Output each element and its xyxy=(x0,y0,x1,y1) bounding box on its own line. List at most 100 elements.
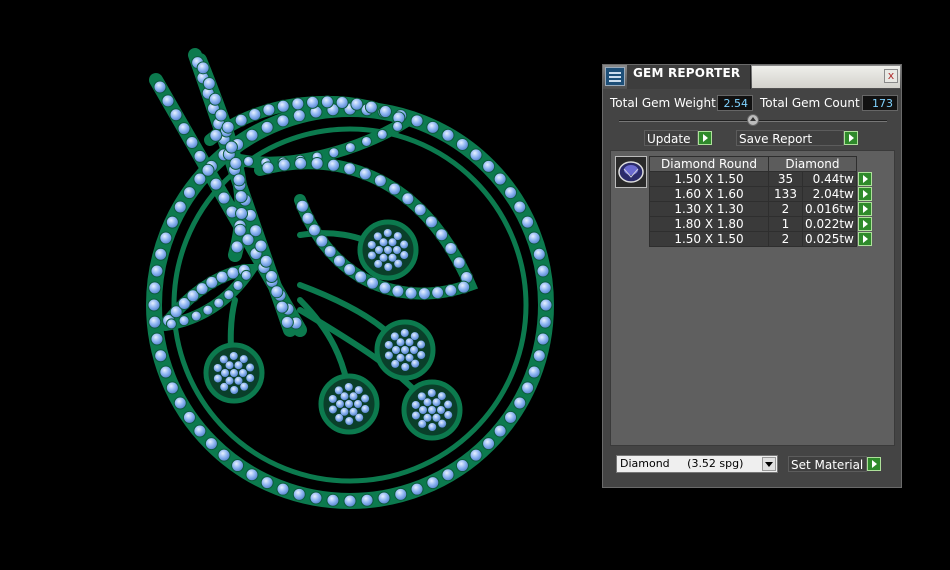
save-report-go-icon[interactable] xyxy=(844,131,858,145)
row-go-icon[interactable] xyxy=(857,202,872,216)
diamond-gem xyxy=(150,264,164,278)
row-go-icon[interactable] xyxy=(857,217,872,231)
cluster-gem xyxy=(400,329,409,338)
update-button[interactable]: Update xyxy=(644,130,698,146)
diamond-gem xyxy=(280,315,294,329)
diamond-gem xyxy=(245,128,259,142)
total-gem-weight-label: Total Gem Weight xyxy=(610,96,716,110)
diamond-gem xyxy=(301,211,315,225)
diamond-gem xyxy=(234,113,248,127)
title-tab: GEM REPORTER xyxy=(627,65,751,89)
cluster-gem xyxy=(213,374,222,383)
gem-size: 1.80 X 1.80 xyxy=(649,216,769,232)
cluster-gem xyxy=(349,392,358,401)
diamond-gem xyxy=(378,281,392,295)
cluster-gem xyxy=(334,386,343,395)
gem-weight: 0.016tw xyxy=(802,201,857,217)
material-select[interactable]: Diamond (3.52 spg) xyxy=(616,455,778,473)
diamond-gem xyxy=(388,182,402,196)
diamond-gem xyxy=(527,365,541,379)
diamond-gem xyxy=(294,156,308,170)
close-button[interactable]: x xyxy=(884,69,898,83)
gem-table: Diamond Round Diamond 1.50 X 1.50 35 0.44t… xyxy=(649,156,872,247)
diamond-gem xyxy=(223,289,235,301)
diamond-gem xyxy=(202,77,216,91)
diamond-gem xyxy=(260,120,274,134)
diamond-gem xyxy=(265,270,279,284)
diamond-gem xyxy=(193,149,207,163)
diamond-gem xyxy=(173,396,187,410)
diamond-gem xyxy=(232,173,246,187)
table-row[interactable]: 1.50 X 1.50 2 0.025tw xyxy=(649,231,872,247)
diamond-gem xyxy=(493,424,507,438)
diamond-gem xyxy=(469,448,483,462)
set-material-button[interactable]: Set Material xyxy=(788,456,867,472)
jewelry-3d-viewport[interactable] xyxy=(0,0,600,570)
diamond-gem xyxy=(320,95,334,109)
diamond-gem xyxy=(240,269,252,281)
diamond-round-thumbnail[interactable] xyxy=(615,156,647,188)
diamond-gem xyxy=(444,241,458,255)
title-bar[interactable]: GEM REPORTER x xyxy=(603,65,901,89)
chevron-down-icon[interactable] xyxy=(762,457,776,471)
diamond-gem xyxy=(231,459,245,473)
gem-weight: 0.025tw xyxy=(802,231,857,247)
gem-count: 35 xyxy=(768,171,803,187)
cluster-gem xyxy=(411,359,420,368)
cluster-gem xyxy=(379,238,388,247)
diamond-gem xyxy=(410,482,424,496)
cluster-gem xyxy=(432,413,441,422)
gem-list-area: Diamond Round Diamond 1.50 X 1.50 35 0.44t… xyxy=(610,150,895,446)
gem-size: 1.60 X 1.60 xyxy=(649,186,769,202)
row-go-icon[interactable] xyxy=(857,187,872,201)
diamond-gem xyxy=(327,158,341,172)
cluster-gem xyxy=(361,405,370,414)
cluster-gem xyxy=(379,253,388,262)
cluster-gem xyxy=(405,338,414,347)
diamond-gem xyxy=(292,109,306,123)
diamond-gem xyxy=(532,349,546,363)
title-bar-fill xyxy=(752,66,900,88)
column-header-shape: Diamond Round xyxy=(649,156,769,172)
diamond-gem xyxy=(343,494,357,508)
table-row[interactable]: 1.80 X 1.80 1 0.022tw xyxy=(649,216,872,232)
row-go-icon[interactable] xyxy=(857,232,872,246)
diamond-gem xyxy=(306,95,320,109)
cluster-gem xyxy=(400,240,409,249)
diamond-gem xyxy=(232,279,244,291)
cluster-gem xyxy=(393,246,401,254)
diamond-gem xyxy=(455,137,469,151)
diamond-gem xyxy=(275,300,289,314)
cluster-gem xyxy=(437,406,445,414)
cluster-gem xyxy=(225,361,234,370)
diamond-gem xyxy=(276,482,290,496)
diamond-gem xyxy=(221,120,235,134)
update-go-icon[interactable] xyxy=(698,131,712,145)
table-row[interactable]: 1.30 X 1.30 2 0.016tw xyxy=(649,201,872,217)
diamond-gem xyxy=(521,215,535,229)
gem-count: 2 xyxy=(768,201,803,217)
gem-reporter-icon xyxy=(605,67,625,86)
diamond-gem xyxy=(193,424,207,438)
diamond-gem xyxy=(178,315,190,327)
cluster-gem xyxy=(438,419,447,428)
diamond-gem xyxy=(538,281,552,295)
table-row[interactable]: 1.50 X 1.50 35 0.44tw xyxy=(649,171,872,187)
diamond-gem xyxy=(431,286,445,300)
diamond-gem xyxy=(209,128,223,142)
table-row[interactable]: 1.60 X 1.60 133 2.04tw xyxy=(649,186,872,202)
splitter-handle[interactable] xyxy=(747,114,759,126)
gem-weight: 0.44tw xyxy=(802,171,857,187)
set-material-go-icon[interactable] xyxy=(867,457,881,471)
cluster-gem xyxy=(444,411,453,420)
diamond-gem xyxy=(364,100,378,114)
cluster-gem xyxy=(361,394,370,403)
save-report-button[interactable]: Save Report xyxy=(736,130,844,146)
row-go-icon[interactable] xyxy=(857,172,872,186)
diamond-gem xyxy=(248,107,262,121)
diamond-gem xyxy=(326,493,340,507)
diamond-gem xyxy=(310,156,324,170)
diamond-gem xyxy=(204,437,218,451)
cluster-gem xyxy=(349,407,358,416)
cluster-gem xyxy=(375,246,383,254)
